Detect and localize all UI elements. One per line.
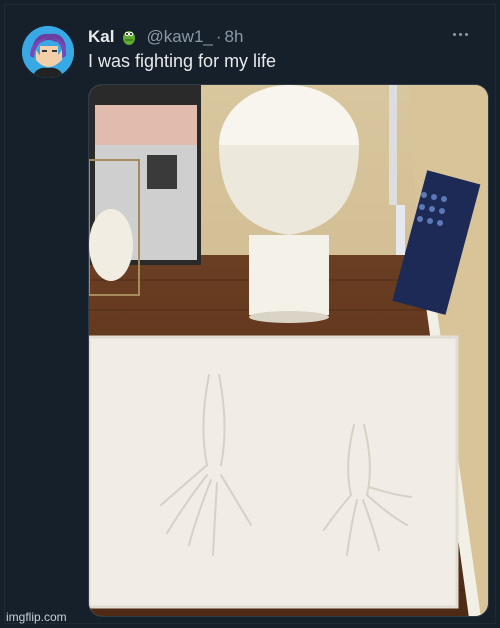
tweet-card[interactable]: Kal @kaw1_ · 8h I was fighting for my li… — [4, 4, 496, 624]
separator-dot: · — [215, 27, 222, 46]
user-handle[interactable]: @kaw1_ — [146, 27, 212, 47]
crocodile-emoji-icon — [120, 28, 138, 46]
tweet-text: I was fighting for my life — [88, 51, 277, 71]
timestamp[interactable]: 8h — [225, 27, 244, 47]
more-options-icon[interactable] — [447, 25, 473, 43]
tweet-header: Kal @kaw1_ · 8h — [88, 27, 243, 47]
display-name[interactable]: Kal — [88, 27, 114, 47]
tweet-photo[interactable] — [88, 84, 489, 617]
imgflip-watermark: imgflip.com — [6, 610, 67, 624]
bathroom-photo — [89, 85, 488, 616]
avatar[interactable] — [22, 26, 74, 78]
